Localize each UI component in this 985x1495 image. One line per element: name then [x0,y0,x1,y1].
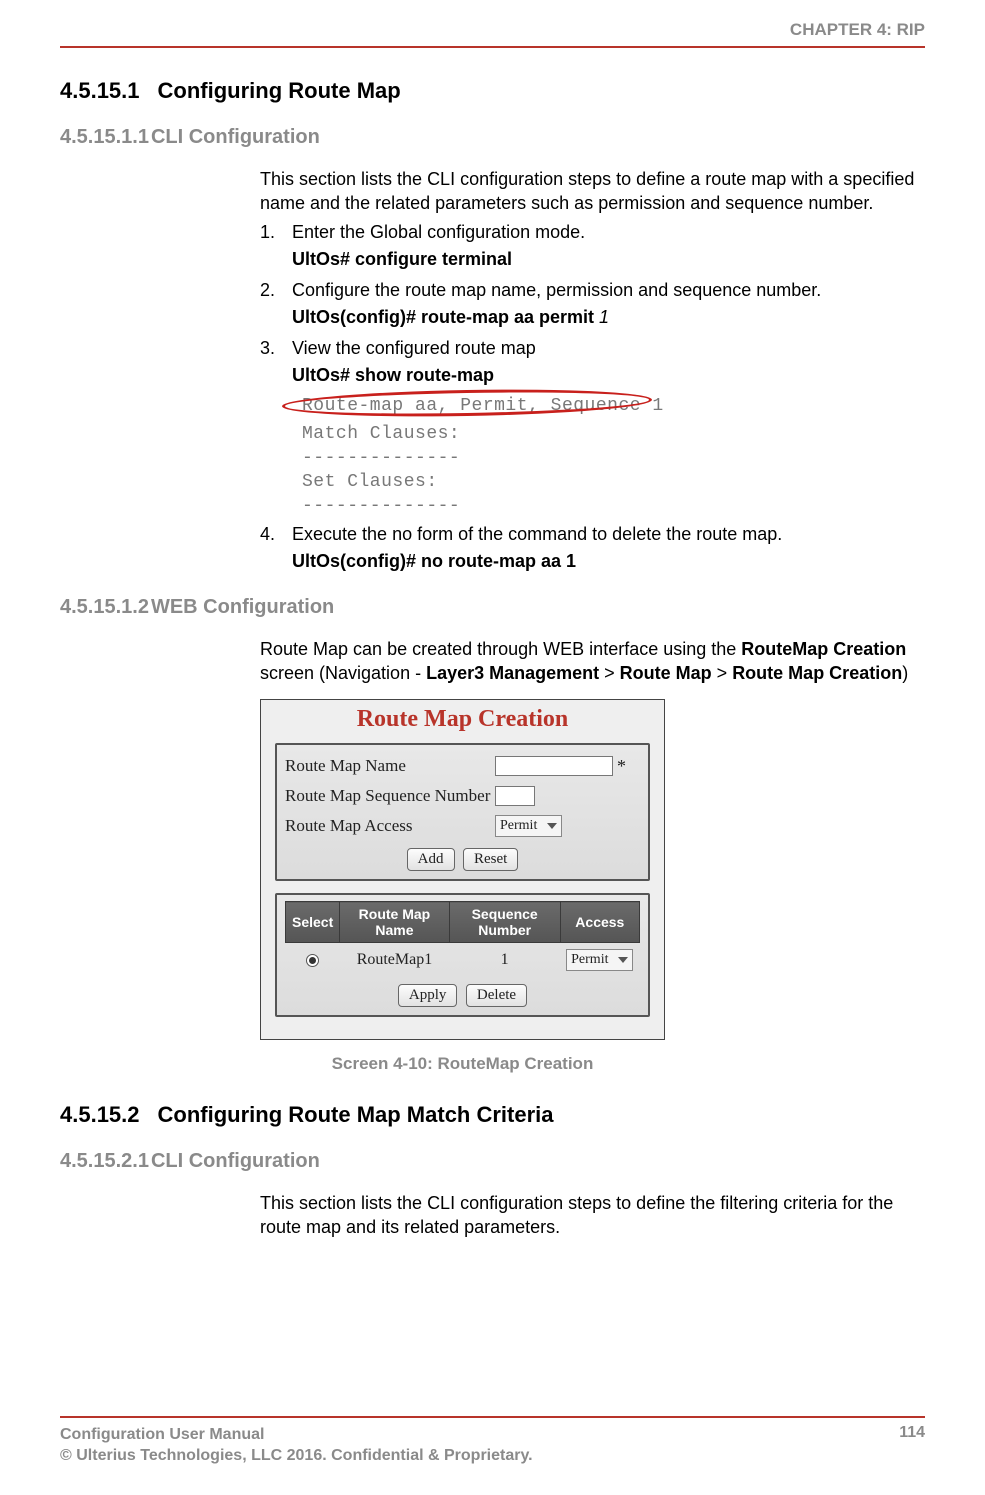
bold-span: Route Map [620,663,712,683]
cli-command: UltOs# show route-map [292,365,915,386]
cell-name: RouteMap1 [340,943,449,978]
th-select: Select [286,902,340,943]
routemap-creation-screenshot: Route Map Creation Route Map Name * Rout… [260,699,665,1040]
step-1: 1. Enter the Global configuration mode. … [260,222,915,276]
cli-output-line: Route-map aa, Permit, Sequence 1 [302,396,664,416]
add-button[interactable]: Add [407,848,455,871]
step-number: 3. [260,338,292,520]
cli-output-line: Match Clauses: [302,424,915,444]
select-value: Permit [500,818,537,834]
th-name: Route Map Name [340,902,449,943]
step-text: Execute the no form of the command to de… [292,524,915,545]
heading-title: CLI Configuration [151,126,320,148]
footer-manual-title: Configuration User Manual [60,1424,533,1446]
label-route-map-name: Route Map Name [285,756,495,776]
screenshot-caption: Screen 4-10: RouteMap Creation [260,1054,665,1074]
heading-num: 4.5.15.2 [60,1102,140,1127]
cli-output-line: -------------- [302,496,915,516]
web-config-para: Route Map can be created through WEB int… [260,637,915,686]
step-text: View the configured route map [292,338,915,359]
routemap-table: Select Route Map Name Sequence Number Ac… [285,901,640,977]
cmd-argument: 1 [599,307,609,327]
step-3: 3. View the configured route map UltOs# … [260,338,915,520]
heading-num: 4.5.15.1.2 [60,596,149,618]
heading-num: 4.5.15.1.1 [60,126,149,148]
table-row: RouteMap1 1 Permit [286,943,640,978]
text-span: > [599,663,620,683]
label-sequence-number: Route Map Sequence Number [285,786,495,806]
chevron-down-icon [547,823,557,829]
step-number: 4. [260,524,292,578]
table-panel: Select Route Map Name Sequence Number Ac… [275,893,650,1017]
reset-button[interactable]: Reset [463,848,518,871]
th-access: Access [560,902,639,943]
row-radio-select[interactable] [306,954,319,967]
cli-output-line: -------------- [302,448,915,468]
cli-command: UltOs(config)# no route-map aa 1 [292,551,915,572]
cmd-text: UltOs(config)# route-map aa permit [292,307,599,327]
form-panel: Route Map Name * Route Map Sequence Numb… [275,743,650,881]
footer-copyright: © Ulterius Technologies, LLC 2016. Confi… [60,1445,533,1467]
select-route-map-access[interactable]: Permit [495,815,562,837]
intro-para: This section lists the CLI configuration… [260,167,915,216]
heading-4-5-15-1-2: 4.5.15.1.2WEB Configuration [60,596,925,619]
heading-4-5-15-1-1: 4.5.15.1.1CLI Configuration [60,126,925,149]
heading-4-5-15-1: 4.5.15.1 Configuring Route Map [60,78,925,104]
heading-title: Configuring Route Map [158,78,401,103]
heading-title: Configuring Route Map Match Criteria [158,1102,554,1127]
cli-command: UltOs# configure terminal [292,249,915,270]
heading-4-5-15-2-1: 4.5.15.2.1CLI Configuration [60,1150,925,1173]
select-row-access[interactable]: Permit [566,949,633,971]
intro-para: This section lists the CLI configuration… [260,1191,915,1240]
chapter-header: CHAPTER 4: RIP [60,20,925,48]
footer-page-number: 114 [899,1424,925,1467]
heading-title: WEB Configuration [151,596,334,618]
radio-dot-icon [309,957,316,964]
step-number: 2. [260,280,292,334]
cell-seq: 1 [449,943,560,978]
step-number: 1. [260,222,292,276]
cli-output-line: Set Clauses: [302,472,915,492]
heading-num: 4.5.15.1 [60,78,140,103]
step-text: Enter the Global configuration mode. [292,222,915,243]
cli-command: UltOs(config)# route-map aa permit 1 [292,307,915,328]
bold-span: RouteMap Creation [741,639,906,659]
delete-button[interactable]: Delete [466,984,527,1007]
text-span: > [712,663,733,683]
required-asterisk: * [617,756,626,777]
text-span: screen (Navigation - [260,663,426,683]
heading-num: 4.5.15.2.1 [60,1150,149,1172]
label-route-map-access: Route Map Access [285,816,495,836]
heading-title: CLI Configuration [151,1150,320,1172]
step-text: Configure the route map name, permission… [292,280,915,301]
input-sequence-number[interactable] [495,786,535,806]
screenshot-title: Route Map Creation [261,700,664,737]
apply-button[interactable]: Apply [398,984,458,1007]
step-4: 4. Execute the no form of the command to… [260,524,915,578]
text-span: ) [902,663,908,683]
page-footer: Configuration User Manual © Ulterius Tec… [60,1416,925,1467]
text-span: Route Map can be created through WEB int… [260,639,741,659]
table-header-row: Select Route Map Name Sequence Number Ac… [286,902,640,943]
step-2: 2. Configure the route map name, permiss… [260,280,915,334]
th-seq: Sequence Number [449,902,560,943]
input-route-map-name[interactable] [495,756,613,776]
heading-4-5-15-2: 4.5.15.2 Configuring Route Map Match Crit… [60,1102,925,1128]
bold-span: Layer3 Management [426,663,599,683]
bold-span: Route Map Creation [732,663,902,683]
chevron-down-icon [618,957,628,963]
select-value: Permit [571,952,608,968]
